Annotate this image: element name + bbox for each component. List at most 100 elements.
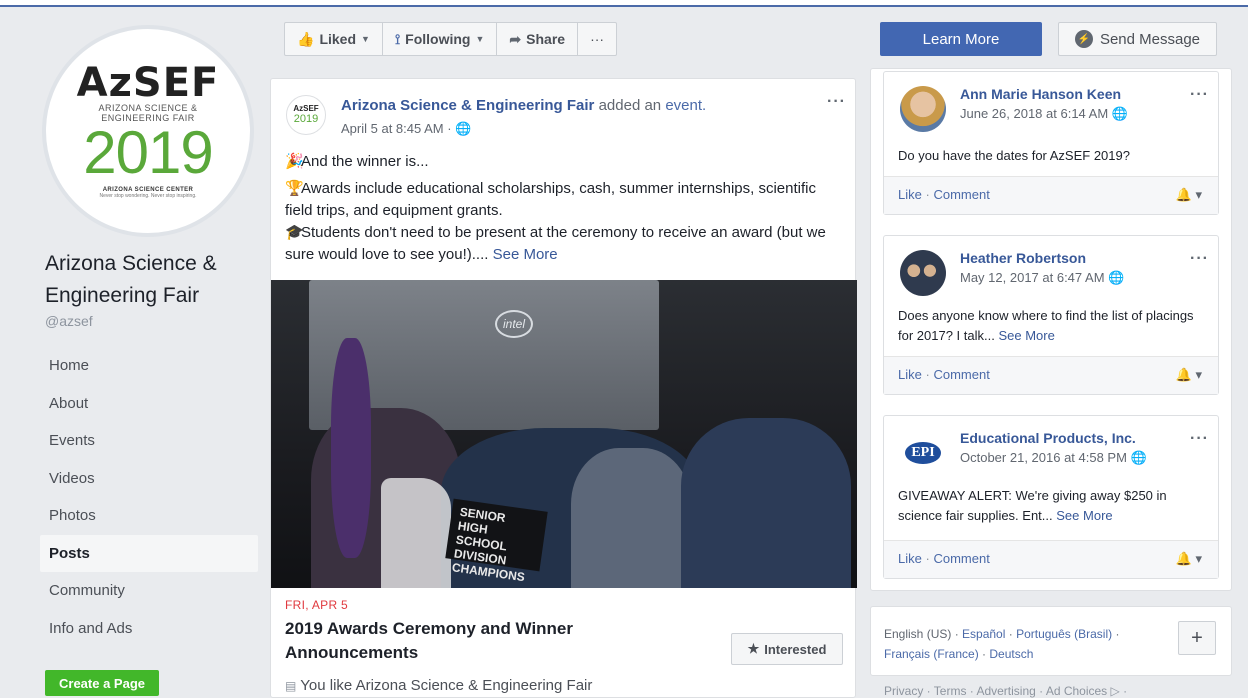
comment-link[interactable]: Comment bbox=[933, 187, 989, 202]
visitor-posts-card: Ann Marie Hanson Keen June 26, 2018 at 6… bbox=[870, 68, 1232, 591]
caret-down-icon: ▼ bbox=[361, 34, 370, 44]
share-arrow-icon: ➦ bbox=[509, 30, 522, 47]
nav-item-about[interactable]: About bbox=[40, 385, 258, 423]
globe-icon: 🌐 bbox=[1108, 270, 1125, 285]
page-title[interactable]: Arizona Science & Engineering Fair bbox=[45, 248, 265, 312]
share-label: Share bbox=[526, 31, 566, 47]
footer-links[interactable]: Privacy · Terms · Advertising · Ad Choic… bbox=[884, 684, 1127, 698]
nav-item-events[interactable]: Events bbox=[40, 422, 258, 460]
interested-label: Interested bbox=[764, 641, 827, 657]
visitor-post-text: Does anyone know where to find the list … bbox=[898, 306, 1208, 346]
page-handle[interactable]: @azsef bbox=[45, 313, 93, 329]
reaction-icon[interactable]: 🔔 ▾ bbox=[1176, 187, 1202, 203]
person-selfie bbox=[331, 338, 371, 558]
star-icon: ★ bbox=[747, 641, 760, 656]
visitor-post-text: Do you have the dates for AzSEF 2019? bbox=[898, 146, 1208, 166]
post-author-link[interactable]: Arizona Science & Engineering Fair bbox=[341, 97, 594, 114]
page-nav: Home About Events Videos Photos Posts Co… bbox=[40, 347, 258, 647]
language-card: English (US) · Español · Português (Bras… bbox=[870, 606, 1232, 676]
crowd-right bbox=[681, 418, 851, 588]
top-border bbox=[0, 0, 1248, 7]
interested-button[interactable]: ★ Interested bbox=[731, 633, 843, 665]
rss-icon: ⟟ bbox=[394, 30, 401, 47]
share-button[interactable]: ➦ Share bbox=[497, 23, 579, 55]
create-page-button[interactable]: Create a Page bbox=[45, 670, 159, 696]
post-time-text: April 5 at 8:45 AM · bbox=[341, 121, 452, 136]
crowd-highlight bbox=[571, 448, 691, 588]
nav-item-videos[interactable]: Videos bbox=[40, 460, 258, 498]
champions-banner: SENIOR HIGH SCHOOL DIVISION CHAMPIONS bbox=[445, 498, 548, 584]
nav-item-photos[interactable]: Photos bbox=[40, 497, 258, 535]
post-options-icon[interactable]: ··· bbox=[827, 93, 846, 111]
language-link[interactable]: Deutsch bbox=[989, 647, 1033, 661]
post-timestamp[interactable]: April 5 at 8:45 AM · 🌐 bbox=[341, 121, 471, 137]
avatar[interactable]: EPI bbox=[900, 430, 946, 476]
following-button[interactable]: ⟟ Following ▼ bbox=[383, 23, 498, 55]
following-label: Following bbox=[405, 31, 471, 47]
logo-year: 2019 bbox=[83, 119, 213, 186]
avatar[interactable] bbox=[900, 86, 946, 132]
like-link[interactable]: Like bbox=[898, 187, 922, 202]
language-link[interactable]: Español bbox=[962, 627, 1005, 641]
post-action-text: added an bbox=[598, 97, 662, 114]
thumbs-up-icon: 👍 bbox=[297, 30, 315, 47]
see-more-link[interactable]: See More bbox=[1056, 508, 1112, 523]
white-poster bbox=[381, 478, 451, 588]
liked-button[interactable]: 👍 Liked ▼ bbox=[285, 23, 383, 55]
post-options-icon[interactable]: ··· bbox=[1190, 250, 1209, 268]
visitor-post-date[interactable]: May 12, 2017 at 6:47 AM 🌐 bbox=[960, 270, 1124, 286]
profile-picture[interactable]: AzSEF ARIZONA SCIENCE & ENGINEERING FAIR… bbox=[42, 25, 254, 237]
visitor-post: Ann Marie Hanson Keen June 26, 2018 at 6… bbox=[883, 71, 1219, 215]
avatar[interactable] bbox=[900, 250, 946, 296]
comment-link[interactable]: Comment bbox=[933, 551, 989, 566]
see-more-link[interactable]: See More bbox=[493, 246, 558, 263]
reaction-icon[interactable]: 🔔 ▾ bbox=[1176, 551, 1202, 567]
visitor-post: Heather Robertson May 12, 2017 at 6:47 A… bbox=[883, 235, 1219, 395]
more-options-button[interactable]: ··· bbox=[578, 23, 616, 55]
visitor-name[interactable]: Educational Products, Inc. bbox=[960, 430, 1136, 446]
event-title[interactable]: 2019 Awards Ceremony and Winner Announce… bbox=[285, 617, 705, 665]
nav-item-info-and-ads[interactable]: Info and Ads bbox=[40, 610, 258, 648]
post-line-2: Awards include educational scholarships,… bbox=[285, 180, 816, 219]
post-footer: Like · Comment 🔔 ▾ bbox=[884, 176, 1218, 214]
text: GIVEAWAY ALERT: We're giving away $250 i… bbox=[898, 488, 1167, 523]
post-options-icon[interactable]: ··· bbox=[1190, 86, 1209, 104]
add-language-button[interactable]: + bbox=[1178, 621, 1216, 655]
post-line-1: And the winner is... bbox=[301, 153, 429, 170]
post-event-link[interactable]: event. bbox=[665, 97, 706, 114]
you-like-label: You like Arizona Science & Engineering F… bbox=[300, 677, 593, 694]
learn-more-button[interactable]: Learn More bbox=[880, 22, 1042, 56]
post-body: 🎉And the winner is... 🏆Awards include ed… bbox=[285, 151, 845, 271]
you-like-text: ▤ You like Arizona Science & Engineering… bbox=[285, 677, 592, 694]
graduation-cap-icon: 🎓 bbox=[285, 224, 304, 241]
visitor-name[interactable]: Ann Marie Hanson Keen bbox=[960, 86, 1121, 102]
date-text: June 26, 2018 at 6:14 AM bbox=[960, 106, 1109, 121]
nav-item-community[interactable]: Community bbox=[40, 572, 258, 610]
reaction-icon[interactable]: 🔔 ▾ bbox=[1176, 367, 1202, 383]
epi-logo: EPI bbox=[905, 442, 941, 464]
language-current: English (US) bbox=[884, 627, 952, 641]
nav-item-home[interactable]: Home bbox=[40, 347, 258, 385]
language-link[interactable]: Français (France) bbox=[884, 647, 979, 661]
logo-abbr: AzSEF bbox=[76, 60, 220, 106]
post-author-avatar[interactable]: AzSEF 2019 bbox=[286, 95, 326, 135]
page-action-bar: 👍 Liked ▼ ⟟ Following ▼ ➦ Share ··· bbox=[284, 22, 618, 56]
liked-label: Liked bbox=[319, 31, 357, 47]
nav-item-posts[interactable]: Posts bbox=[40, 534, 258, 572]
avatar-year: 2019 bbox=[293, 113, 319, 125]
see-more-link[interactable]: See More bbox=[998, 328, 1054, 343]
messenger-icon: ⚡ bbox=[1074, 30, 1093, 48]
post-options-icon[interactable]: ··· bbox=[1190, 430, 1209, 448]
date-text: October 21, 2016 at 4:58 PM bbox=[960, 450, 1127, 465]
visitor-name[interactable]: Heather Robertson bbox=[960, 250, 1086, 266]
language-link[interactable]: Português (Brasil) bbox=[1016, 627, 1112, 641]
visitor-post: EPI Educational Products, Inc. October 2… bbox=[883, 415, 1219, 579]
event-photo[interactable]: intel SENIOR HIGH SCHOOL DIVISION CHAMPI… bbox=[271, 280, 857, 588]
like-link[interactable]: Like bbox=[898, 551, 922, 566]
like-link[interactable]: Like bbox=[898, 367, 922, 382]
comment-link[interactable]: Comment bbox=[933, 367, 989, 382]
send-message-button[interactable]: ⚡ Send Message bbox=[1058, 22, 1217, 56]
visitor-post-date[interactable]: October 21, 2016 at 4:58 PM 🌐 bbox=[960, 450, 1147, 466]
visitor-post-date[interactable]: June 26, 2018 at 6:14 AM 🌐 bbox=[960, 106, 1128, 122]
avatar-abbr: AzSEF bbox=[293, 104, 319, 113]
